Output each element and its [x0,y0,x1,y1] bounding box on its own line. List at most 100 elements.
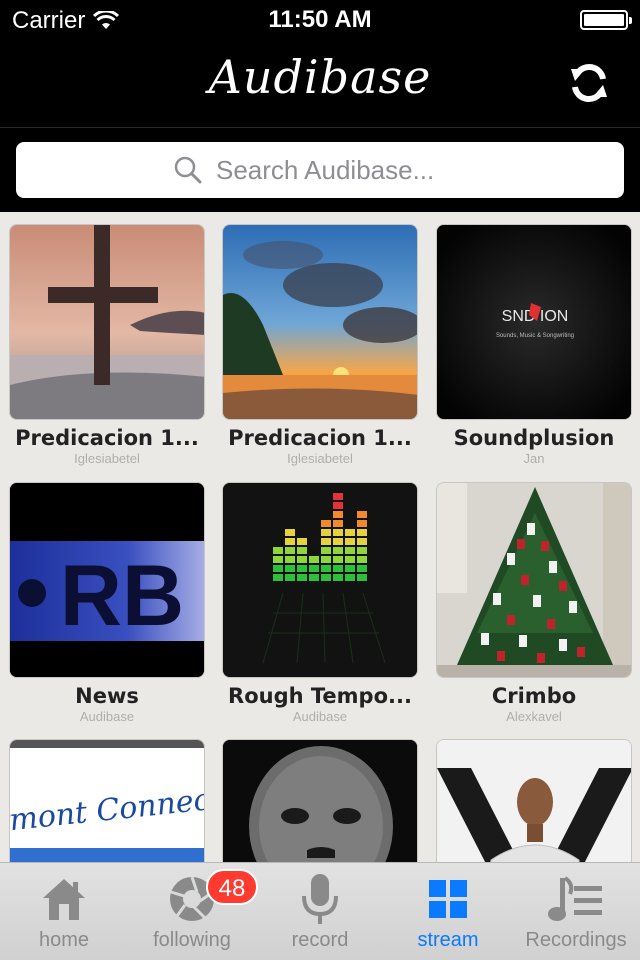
item-thumbnail[interactable] [222,224,418,420]
navigation-bar: Audibase [0,40,640,128]
item-title: News [75,684,139,708]
refresh-button[interactable] [564,58,614,108]
search-input[interactable] [216,154,466,186]
notification-badge: 48 [206,869,258,905]
grid-item[interactable]: Predicacion 1... Iglesiabetel [9,224,205,466]
equalizer-cell [333,529,343,536]
item-title: Predicacion 1... [15,426,199,450]
grid-item[interactable]: Predicacion 1... Iglesiabetel [222,224,418,466]
equalizer-cell [297,538,307,545]
equalizer-cell [321,556,331,563]
equalizer-cell [321,574,331,581]
status-bar: Carrier 11:50 AM [0,0,640,40]
equalizer-cell [297,565,307,572]
item-author: Jan [523,451,545,466]
equalizer-cell [285,556,295,563]
equalizer-cell [345,574,355,581]
equalizer-cell [297,556,307,563]
tab-recordings[interactable]: Recordings [512,863,640,960]
logo-subtext: Sounds, Music & Songwriting [496,333,574,339]
tab-record[interactable]: record [256,863,384,960]
equalizer-cell [357,565,367,572]
search-bar[interactable] [16,142,624,198]
equalizer-cell [333,493,343,500]
item-title: Soundplusion [453,426,615,450]
music-list-icon [548,876,602,921]
tab-bar: home following 48 record stream Recordin… [0,862,640,960]
equalizer-cell [333,502,343,509]
equalizer-cell [285,547,295,554]
equalizer-bars-image [223,483,417,677]
equalizer-cell [309,574,319,581]
tab-home[interactable]: home [0,863,128,960]
equalizer-cell [273,565,283,572]
item-author: Audibase [79,709,135,724]
refresh-icon [571,63,607,103]
equalizer-cell [309,556,319,563]
equalizer-cell [357,556,367,563]
equalizer-cell [297,574,307,581]
grid-item[interactable] [222,739,418,862]
grid-item[interactable] [436,739,632,862]
equalizer-cell [321,538,331,545]
face-mosaic-image [223,740,417,862]
equalizer-cell [285,529,295,536]
grid-item[interactable]: Clermont Connection [9,739,205,862]
item-thumbnail[interactable] [436,482,632,678]
x-portrait-image [437,740,631,862]
equalizer-cell [345,529,355,536]
grid-item[interactable]: Rough Tempo... Audibase [222,482,418,724]
equalizer-cell [273,574,283,581]
tab-label: home [38,929,90,951]
equalizer-cell [273,556,283,563]
equalizer-cell [357,529,367,536]
equalizer-cell [333,547,343,554]
equalizer-cell [345,538,355,545]
grid-item[interactable]: Crimbo Alexkavel [436,482,632,724]
item-author: Alexkavel [506,709,562,724]
equalizer-cell [357,547,367,554]
item-thumbnail[interactable] [9,224,205,420]
equalizer-cell [333,574,343,581]
stream-grid: Predicacion 1... Iglesiabetel Predicacio… [0,212,640,862]
item-title: Crimbo [491,684,577,708]
logo-text: RB [60,548,184,644]
soundplusion-logo-image: SND ION Sounds, Music & Songwriting [437,225,631,419]
equalizer-cell [357,538,367,545]
tab-stream[interactable]: stream [384,863,512,960]
equalizer-cell [285,565,295,572]
grid-icon [429,880,467,918]
grid-item[interactable]: SND ION Sounds, Music & Songwriting Soun… [436,224,632,466]
equalizer-cell [345,565,355,572]
rb-logo-image: RB [10,483,204,677]
equalizer-cell [285,538,295,545]
item-title: Predicacion 1... [228,426,412,450]
equalizer-cell [357,520,367,527]
equalizer-cell [357,511,367,518]
equalizer-cell [321,547,331,554]
equalizer-cell [321,520,331,527]
item-thumbnail[interactable]: SND ION Sounds, Music & Songwriting [436,224,632,420]
item-thumbnail[interactable]: Clermont Connection [9,739,205,862]
house-icon [43,879,85,920]
grid-item[interactable]: RB News Audibase [9,482,205,724]
clermont-connection-image: Clermont Connection [10,740,204,862]
tab-label: stream [417,929,479,951]
item-thumbnail[interactable] [222,739,418,862]
equalizer-cell [309,565,319,572]
equalizer-cell [285,574,295,581]
equalizer-cell [345,547,355,554]
item-thumbnail[interactable]: RB [9,482,205,678]
item-thumbnail[interactable] [222,482,418,678]
tab-label: record [291,929,349,951]
beach-sunset-image [223,225,417,419]
item-thumbnail[interactable] [436,739,632,862]
equalizer-cell [333,556,343,563]
tab-following[interactable]: following 48 [128,863,258,960]
equalizer-cell [273,547,283,554]
microphone-icon [302,874,338,924]
equalizer-cell [321,529,331,536]
search-area [0,129,640,212]
app-title: Audibase [208,50,432,104]
cross-sunset-image [10,225,204,419]
